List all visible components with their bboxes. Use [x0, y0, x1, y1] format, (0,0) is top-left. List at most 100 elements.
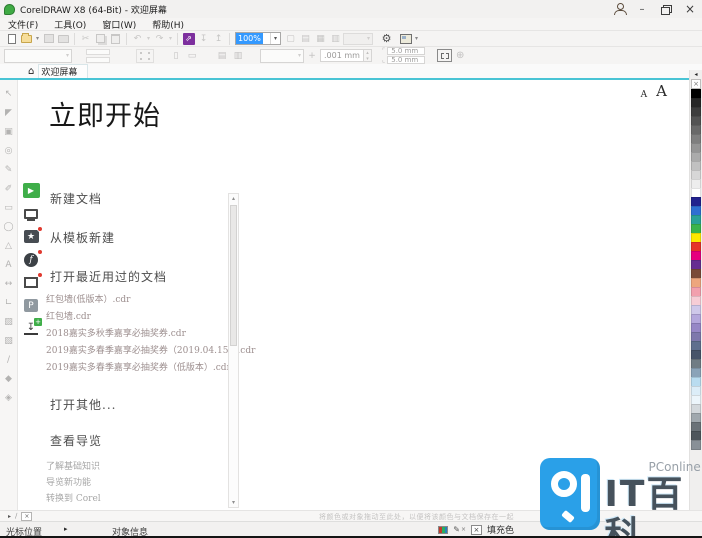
connector-tool[interactable]: ∟ — [1, 293, 17, 312]
save-button[interactable] — [41, 32, 56, 46]
treat-as-filled-button[interactable] — [437, 49, 453, 62]
welcome-nav-workspace[interactable] — [21, 206, 41, 221]
account-icon[interactable] — [610, 1, 630, 17]
export-button[interactable] — [211, 32, 226, 46]
welcome-nav-gallery[interactable] — [21, 272, 43, 290]
tour-new-features-link[interactable]: 导览新功能 — [46, 475, 91, 488]
undo-button[interactable] — [130, 32, 145, 46]
page-size-combobox[interactable] — [4, 48, 72, 63]
scrollbar-thumb[interactable] — [230, 205, 237, 346]
menu-tools[interactable]: 工具(O) — [46, 18, 94, 31]
close-button[interactable] — [678, 1, 702, 17]
nudge-spinner[interactable] — [363, 49, 372, 62]
recent-file-link[interactable]: 2018嘉实多秋季嘉享必抽奖券.cdr — [46, 326, 186, 339]
recent-file-link[interactable]: 2019嘉实多春季嘉享必抽奖券（2019.04.15）.cdr — [46, 343, 255, 356]
interactive-fill-tool[interactable]: ◆ — [1, 369, 17, 388]
recent-file-link[interactable]: 2019嘉实多春季嘉享必抽奖券（低版本）.cdr — [46, 360, 231, 373]
paste-button[interactable] — [108, 32, 123, 46]
open-dropdown[interactable] — [34, 35, 41, 42]
units-combobox[interactable] — [260, 48, 304, 63]
print-button[interactable] — [56, 32, 71, 46]
color-swatch[interactable] — [691, 440, 701, 450]
current-page-button[interactable]: ▥ — [230, 49, 246, 63]
vertical-scrollbar[interactable] — [228, 193, 239, 508]
welcome-nav-updates[interactable]: ↧ — [21, 317, 42, 336]
import-button[interactable] — [196, 32, 211, 46]
minimize-button[interactable] — [630, 1, 654, 17]
docpalette-flyout-icon[interactable] — [8, 513, 11, 520]
tours-header: 查看导览 — [50, 434, 103, 448]
options-button[interactable] — [379, 32, 394, 46]
welcome-nav-get-started[interactable]: ▶ — [21, 183, 41, 198]
learn-basics-link[interactable]: 了解基础知识 — [46, 459, 100, 472]
new-from-template-link[interactable]: 从模板新建 — [50, 229, 115, 246]
launcher-icon — [399, 33, 412, 44]
undo-dropdown[interactable] — [145, 35, 152, 42]
zoom-level-combobox[interactable]: 100% — [235, 32, 281, 45]
polygon-tool[interactable]: △ — [1, 236, 17, 255]
app-icon — [4, 3, 15, 15]
eyedropper-icon[interactable] — [15, 512, 17, 520]
welcome-nav-membership[interactable]: f — [21, 249, 43, 267]
redo-button[interactable] — [152, 32, 167, 46]
pick-tool[interactable]: ↖ — [1, 84, 17, 103]
recent-file-link[interactable]: 红包墙.cdr — [46, 309, 91, 322]
new-document-button[interactable] — [4, 32, 19, 46]
recent-file-link[interactable]: 红包墙(低版本）.cdr — [46, 292, 130, 305]
all-pages-button[interactable]: ▤ — [214, 49, 230, 63]
open-other-link[interactable]: 打开其他... — [50, 396, 116, 413]
rectangle-tool[interactable]: ▭ — [1, 198, 17, 217]
landscape-button[interactable]: ▭ — [184, 49, 200, 63]
menu-help[interactable]: 帮助(H) — [144, 18, 192, 31]
restore-button[interactable] — [654, 1, 678, 17]
copy-button[interactable] — [93, 32, 108, 46]
text-size-small-button[interactable]: A — [641, 90, 648, 100]
drop-shadow-tool[interactable]: ▨ — [1, 312, 17, 331]
home-icon[interactable] — [28, 66, 34, 77]
show-rulers-button[interactable] — [298, 32, 313, 46]
add-control-icon[interactable] — [452, 49, 468, 63]
page-dimensions-spinner[interactable] — [86, 48, 110, 63]
nudge-offset-field[interactable]: .001 mm — [320, 49, 364, 62]
duplicate-x-field[interactable]: 5.0 mm — [387, 47, 426, 55]
redo-dropdown[interactable] — [167, 35, 174, 42]
welcome-nav-whats-new[interactable]: ★ — [21, 226, 43, 244]
switch-to-corel-link[interactable]: 转换到 Corel — [46, 491, 101, 504]
text-size-large-button[interactable]: A — [656, 82, 667, 100]
zoom-dropdown-icon[interactable] — [270, 33, 280, 44]
duplicate-y-field[interactable]: 5.0 mm — [387, 56, 426, 64]
shape-tool[interactable]: ◤ — [1, 103, 17, 122]
parallel-dimension-tool[interactable]: ↔ — [1, 274, 17, 293]
no-color-swatch[interactable] — [691, 79, 701, 89]
scroll-up-icon[interactable] — [229, 194, 238, 203]
docpalette-no-color-swatch[interactable] — [21, 511, 33, 521]
recent-documents-header: 打开最近用过的文档 — [50, 270, 168, 284]
tab-welcome-screen[interactable]: 欢迎屏幕 — [38, 64, 89, 78]
welcome-nav-product-details[interactable]: P — [21, 298, 41, 313]
color-eyedropper-tool[interactable]: ∕ — [1, 350, 17, 369]
menu-window[interactable]: 窗口(W) — [94, 18, 144, 31]
application-launcher-button[interactable] — [398, 32, 413, 46]
crop-tool[interactable]: ▣ — [1, 122, 17, 141]
zoom-tool[interactable]: ◎ — [1, 141, 17, 160]
fullscreen-preview-button[interactable] — [283, 32, 298, 46]
cut-button[interactable] — [78, 32, 93, 46]
snap-to-dropdown[interactable] — [343, 32, 373, 45]
menu-file[interactable]: 文件(F) — [0, 18, 46, 31]
portrait-button[interactable]: ▯ — [168, 49, 184, 63]
open-button[interactable] — [19, 32, 34, 46]
freehand-tool[interactable]: ✎ — [1, 160, 17, 179]
transparency-tool[interactable]: ▧ — [1, 331, 17, 350]
artistic-media-tool[interactable]: ✐ — [1, 179, 17, 198]
launcher-dropdown[interactable] — [413, 35, 420, 42]
smart-fill-tool[interactable]: ◈ — [1, 388, 17, 407]
show-grid-button[interactable] — [313, 32, 328, 46]
scroll-down-icon[interactable] — [229, 498, 238, 507]
show-guidelines-button[interactable] — [328, 32, 343, 46]
ellipse-tool[interactable]: ◯ — [1, 217, 17, 236]
text-tool[interactable]: A — [1, 255, 17, 274]
palette-flyout-icon[interactable] — [692, 71, 701, 79]
object-info-label: 对象信息 — [112, 528, 149, 538]
search-content-button[interactable] — [181, 32, 196, 46]
new-document-link[interactable]: 新建文档 — [50, 190, 102, 207]
